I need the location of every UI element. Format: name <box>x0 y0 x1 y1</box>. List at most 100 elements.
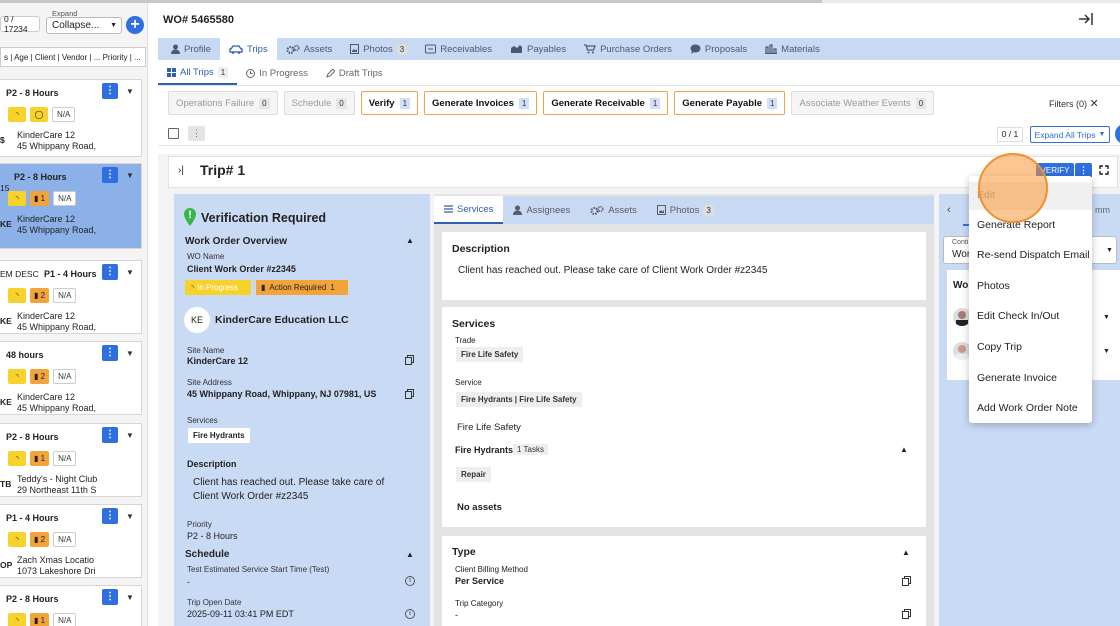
expand-select[interactable]: Collapse... ▼ <box>46 17 122 34</box>
menu-item-copy-trip[interactable]: Copy Trip <box>977 341 1022 353</box>
chevron-down-icon[interactable]: ▼ <box>1103 314 1110 321</box>
status-tag: ◝ <box>8 191 26 206</box>
status-tag: ▮ 2 <box>30 288 50 303</box>
schedule-section-title: Schedule <box>185 549 230 560</box>
info-icon[interactable]: i <box>405 576 415 586</box>
work-order-sidebar: 0 / 17234 Expand Collapse... ▼ + s | Age … <box>0 3 148 626</box>
copy-icon[interactable] <box>405 389 414 399</box>
fullscreen-icon[interactable] <box>1099 165 1109 175</box>
column-header[interactable]: s | Age | Client | Vendor | ... Priority… <box>0 47 146 67</box>
card-menu-button[interactable]: ⋮ <box>102 264 118 280</box>
chevron-left-icon[interactable]: ‹ <box>947 204 951 216</box>
details-tab-assets[interactable]: Assets <box>580 196 647 224</box>
filter-chip-schedule[interactable]: Schedule 0 <box>283 91 355 115</box>
chip-label: Verify <box>368 97 395 109</box>
filter-chip-generate-invoices[interactable]: Generate Invoices 1 <box>424 91 538 115</box>
subtab-label: Draft Trips <box>338 67 383 79</box>
company-name[interactable]: KinderCare Education LLC <box>215 314 349 326</box>
chevron-down-icon[interactable]: ▼ <box>126 431 134 440</box>
expand-value: Collapse... <box>52 20 100 31</box>
filter-chip-verify[interactable]: Verify 1 <box>360 91 419 115</box>
info-icon[interactable]: i <box>405 609 415 619</box>
chevron-down-icon[interactable]: ▼ <box>126 593 134 602</box>
work-order-card[interactable]: EM DESC P1 - 4 Hours ⋮ ▼ ◝ ▮ 2 N/A KE KinderCare… <box>0 260 142 334</box>
copy-icon[interactable] <box>902 576 911 586</box>
filters-toggle[interactable]: Filters (0) ✕ <box>1049 97 1099 110</box>
chevron-down-icon[interactable]: ▼ <box>126 349 134 358</box>
bulk-actions-button[interactable]: ⋮ <box>188 126 205 141</box>
chevron-down-icon[interactable]: ▼ <box>126 268 134 277</box>
work-order-card[interactable]: 15 P2 - 8 Hours ⋮ ▼ ◝ ▮ 1 N/A KE KinderCare 12 45… <box>0 163 142 249</box>
chevron-down-icon[interactable]: ▼ <box>126 512 134 521</box>
work-order-card[interactable]: P2 - 8 Hours ⋮ ▼ ◝ ▮ 1 N/A <box>0 585 142 626</box>
menu-item-photos[interactable]: Photos <box>977 280 1010 292</box>
card-menu-button[interactable]: ⋮ <box>102 83 118 99</box>
card-menu-button[interactable]: ⋮ <box>102 427 118 443</box>
draft-icon <box>326 68 335 78</box>
service-group: Fire Life Safety <box>457 422 521 433</box>
work-order-card[interactable]: P2 - 8 Hours ⋮ ▼ ◝ ◯ N/A $ KinderCare 12 45 Whip… <box>0 79 142 157</box>
right-tab-fragment[interactable]: mm <box>1095 205 1110 215</box>
menu-item-edit-check-in-out[interactable]: Edit Check In/Out <box>977 310 1059 322</box>
chevron-down-icon[interactable]: ▼ <box>126 87 134 96</box>
copy-icon[interactable] <box>902 609 911 619</box>
tab-profile[interactable]: Profile <box>162 38 220 60</box>
details-tab-photos[interactable]: Photos 3 <box>647 196 724 224</box>
tab-label: Profile <box>184 43 211 55</box>
filter-chip-generate-payable[interactable]: Generate Payable 1 <box>674 91 786 115</box>
subtab-all-trips[interactable]: All Trips 1 <box>158 61 238 85</box>
tab-trips[interactable]: Trips <box>219 38 277 60</box>
tab-receivables[interactable]: Receivables <box>416 38 501 60</box>
chip-label: Schedule <box>291 97 332 109</box>
caret-up-icon[interactable]: ▲ <box>900 445 908 454</box>
work-order-card[interactable]: P1 - 4 Hours ⋮ ▼ ◝ ▮ 2 N/A OP Zach Xmas Locatio… <box>0 504 142 578</box>
expand-all-trips-button[interactable]: Expand All Trips ▼ <box>1030 126 1110 143</box>
card-menu-button[interactable]: ⋮ <box>102 589 118 605</box>
filter-chip-associate-weather-events[interactable]: Associate Weather Events 0 <box>791 91 935 115</box>
tab-proposals[interactable]: Proposals <box>681 38 756 60</box>
tab-payables[interactable]: Payables <box>501 38 575 60</box>
details-tab-assignees[interactable]: Assignees <box>503 196 580 224</box>
menu-item-add-work-order-note[interactable]: Add Work Order Note <box>977 402 1078 414</box>
tab-label: Trips <box>246 43 268 55</box>
filter-chip-operations-failure[interactable]: Operations Failure 0 <box>168 91 278 115</box>
chevron-down-icon[interactable]: ▼ <box>126 171 134 180</box>
card-status-tags: ◝ ▮ 2 N/A <box>8 532 77 547</box>
menu-item-re-send-dispatch-email[interactable]: Re-send Dispatch Email <box>977 249 1090 261</box>
card-id-fragment: EM DESC <box>0 269 39 279</box>
subtab-in-progress[interactable]: In Progress <box>237 61 317 85</box>
card-menu-button[interactable]: ⋮ <box>102 167 118 183</box>
alert-icon: ▮ <box>261 283 266 292</box>
menu-item-generate-invoice[interactable]: Generate Invoice <box>977 372 1057 384</box>
tab-materials[interactable]: Materials <box>756 38 829 60</box>
status-tag: N/A <box>52 107 76 122</box>
card-menu-button[interactable]: ⋮ <box>102 508 118 524</box>
card-site-name: KinderCare 12 <box>17 311 76 321</box>
overview-section-title: Work Order Overview <box>185 236 288 247</box>
status-tag: ▮ 1 <box>30 613 50 626</box>
filter-chip-generate-receivable[interactable]: Generate Receivable 1 <box>543 91 669 115</box>
card-status-tags: ◝ ▮ 2 N/A <box>8 288 77 303</box>
details-tab-count: 3 <box>703 204 714 216</box>
chevron-down-icon[interactable]: ▼ <box>1103 348 1110 355</box>
work-order-card[interactable]: 48 hours ⋮ ▼ ◝ ▮ 2 N/A KE KinderCare 12 45 Whipp… <box>0 341 142 415</box>
caret-up-icon[interactable]: ▲ <box>902 548 910 557</box>
add-work-order-button[interactable]: + <box>126 16 144 34</box>
caret-up-icon[interactable]: ▲ <box>406 236 414 245</box>
tab-photos[interactable]: Photos 3 <box>341 38 416 60</box>
collapse-trip-icon[interactable]: ›| <box>178 165 184 176</box>
subservice-name: Fire Hydrants <box>455 445 514 455</box>
caret-up-icon[interactable]: ▲ <box>406 550 414 559</box>
collapse-panel-icon[interactable] <box>1078 12 1094 26</box>
card-menu-button[interactable]: ⋮ <box>102 345 118 361</box>
work-order-card[interactable]: P2 - 8 Hours ⋮ ▼ ◝ ▮ 1 N/A TB Teddy's - Night C… <box>0 423 142 497</box>
select-all-checkbox[interactable] <box>168 128 179 139</box>
card-status-tags: ◝ ▮ 1 N/A <box>8 191 77 206</box>
tab-purchase-orders[interactable]: Purchase Orders <box>575 38 681 60</box>
subtab-draft-trips[interactable]: Draft Trips <box>317 61 392 85</box>
chip-label: Associate Weather Events <box>799 97 911 109</box>
close-icon[interactable]: ✕ <box>1090 98 1099 110</box>
copy-icon[interactable] <box>405 355 414 365</box>
details-tab-services[interactable]: Services <box>434 196 504 224</box>
tab-assets[interactable]: Assets <box>277 38 342 60</box>
